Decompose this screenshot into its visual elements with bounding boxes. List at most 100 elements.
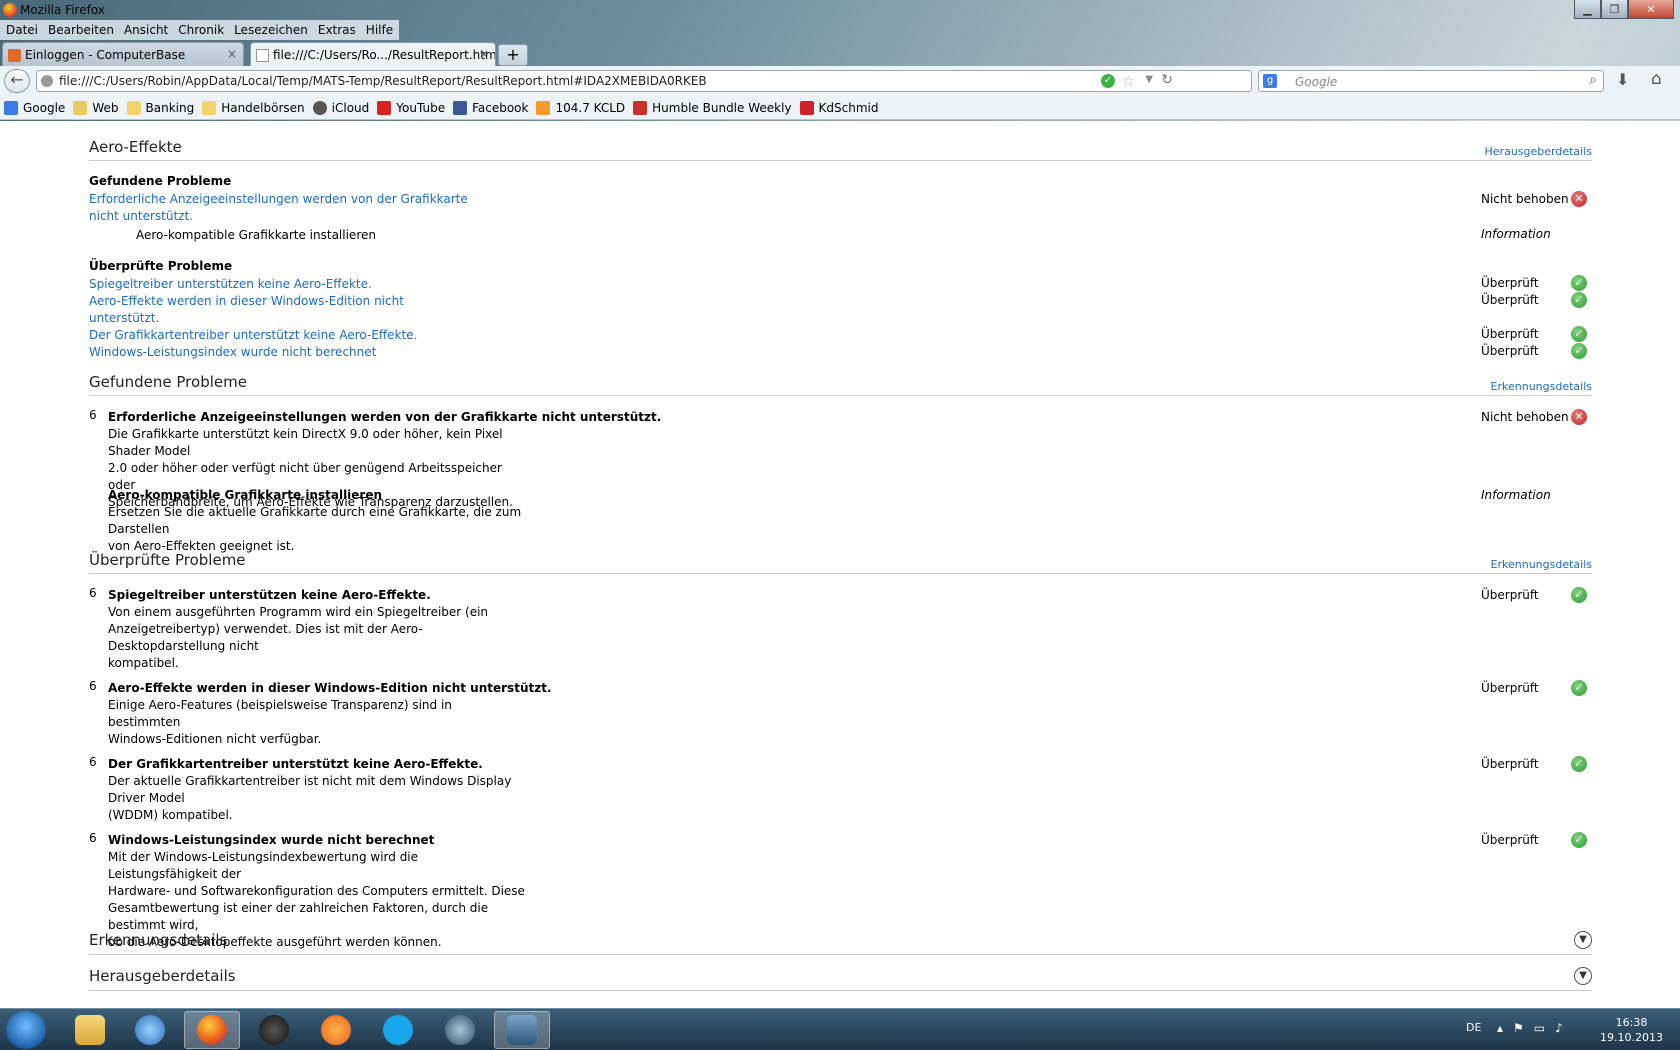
tab-computerbase[interactable]: Einloggen - ComputerBase × [2, 42, 244, 66]
collapsed-section-publisher-details[interactable]: Herausgeberdetails ▼ [89, 967, 1592, 991]
taskbar-skype[interactable] [370, 1011, 426, 1049]
check-icon: ✓ [1101, 74, 1115, 88]
folder-icon [73, 100, 88, 115]
check-icon: ✓ [1571, 756, 1587, 772]
check-icon: ✓ [1571, 680, 1587, 696]
close-tab-icon[interactable]: × [227, 47, 237, 61]
navigation-bar: ← file:///C:/Users/Robin/AppData/Local/T… [0, 66, 1680, 96]
google-search-engine-icon[interactable]: g [1263, 74, 1277, 88]
bookmark-web[interactable]: Web [73, 100, 119, 115]
menu-ansicht[interactable]: Ansicht [120, 20, 174, 40]
detection-details-link[interactable]: Erkennungsdetails [1491, 380, 1592, 393]
search-bar[interactable]: g Google ⌕ [1258, 70, 1604, 92]
status-information: Information [1481, 488, 1551, 502]
checked-item-description: Einige Aero-Features (beispielsweise Tra… [108, 698, 452, 746]
error-icon: ✕ [1571, 191, 1587, 207]
system-tray-icons[interactable]: ▴⚑▭♪ [1497, 1021, 1573, 1035]
section-heading-found: Gefundene Probleme Erkennungsdetails [89, 373, 1592, 396]
chevron-down-icon[interactable]: ▼ [1574, 931, 1592, 949]
taskbar-teamspeak[interactable] [432, 1011, 488, 1049]
language-indicator[interactable]: DE [1466, 1021, 1481, 1034]
facebook-icon [453, 100, 468, 115]
checked-item-title: Der Grafikkartentreiber unterstützt kein… [108, 757, 483, 771]
taskbar-firefox[interactable] [184, 1011, 240, 1049]
bookmark-icloud[interactable]: iCloud [312, 100, 369, 115]
menu-bearbeiten[interactable]: Bearbeiten [44, 20, 120, 40]
bookmark-banking[interactable]: Banking [126, 100, 194, 115]
status-information: Information [1481, 227, 1551, 241]
checked-link-performance-index[interactable]: Windows-Leistungsindex wurde nicht berec… [89, 344, 376, 361]
folder-icon [75, 1015, 105, 1045]
detection-details-link[interactable]: Erkennungsdetails [1491, 558, 1592, 571]
solution-description: Ersetzen Sie die aktuelle Grafikkarte du… [108, 505, 522, 553]
error-icon: ✕ [1571, 409, 1587, 425]
chevron-down-icon[interactable]: ▼ [1574, 967, 1592, 985]
search-placeholder: Google [1295, 75, 1338, 89]
history-dropdown-icon[interactable]: ▼ [1145, 74, 1153, 85]
problem-title: Erforderliche Anzeigeeinstellungen werde… [108, 410, 662, 424]
found-problem-link[interactable]: Erforderliche Anzeigeeinstellungen werde… [89, 191, 468, 225]
bookmark-kdschmid[interactable]: KdSchmid [799, 100, 878, 115]
status-not-fixed: Nicht behoben [1481, 192, 1569, 206]
bookmark-google[interactable]: Google [4, 100, 65, 115]
apple-icon [312, 100, 327, 115]
checked-link-mirror-driver[interactable]: Spiegeltreiber unterstützen keine Aero-E… [89, 276, 372, 293]
menu-bar: Datei Bearbeiten Ansicht Chronik Lesezei… [0, 20, 400, 40]
back-button[interactable]: ← [4, 69, 30, 93]
bookmark-youtube[interactable]: YouTube [377, 100, 445, 115]
check-icon: ✓ [1571, 292, 1587, 308]
menu-hilfe[interactable]: Hilfe [362, 20, 399, 40]
check-icon: ✓ [1571, 832, 1587, 848]
section-heading-aero: Aero-Effekte Herausgeberdetails [89, 138, 1592, 161]
firefox-icon [197, 1015, 227, 1045]
taskbar-explorer[interactable] [62, 1011, 118, 1049]
menu-extras[interactable]: Extras [314, 20, 362, 40]
item-marker: 6 [89, 586, 97, 600]
taskbar-itunes[interactable] [122, 1011, 178, 1049]
firefox-icon [3, 3, 17, 17]
url-text: file:///C:/Users/Robin/AppData/Local/Tem… [59, 74, 707, 88]
download-icon[interactable]: ⬇ [1616, 70, 1629, 89]
checked-problems-subheading: Überprüfte Probleme [89, 259, 233, 273]
item-marker: 6 [89, 408, 97, 422]
bookmark-star-icon[interactable]: ☆ [1122, 72, 1135, 90]
youtube-icon [377, 100, 392, 115]
checked-link-graphics-driver[interactable]: Der Grafikkartentreiber unterstützt kein… [89, 327, 417, 344]
solution-text: Aero-kompatible Grafikkarte installieren [136, 228, 376, 242]
checked-link-windows-edition[interactable]: Aero-Effekte werden in dieser Windows-Ed… [89, 293, 404, 327]
publisher-details-link[interactable]: Herausgeberdetails [1485, 145, 1592, 158]
menu-lesezeichen[interactable]: Lesezeichen [230, 20, 314, 40]
check-icon: ✓ [1571, 343, 1587, 359]
close-window-button[interactable]: ✕ [1628, 0, 1674, 19]
menu-datei[interactable]: Datei [2, 20, 44, 40]
flag-icon [799, 100, 814, 115]
reload-icon[interactable]: ↻ [1161, 72, 1173, 88]
folder-icon [126, 100, 141, 115]
tab-result-report[interactable]: file:///C:/Users/Ro.../ResultReport.html… [250, 42, 496, 66]
close-tab-icon[interactable]: × [479, 47, 489, 61]
minimize-button[interactable]: ▁ [1574, 0, 1601, 19]
item-marker: 6 [89, 831, 97, 845]
clock[interactable]: 16:38 19.10.2013 [1600, 1015, 1663, 1045]
check-icon: ✓ [1571, 326, 1587, 342]
home-icon[interactable]: ⌂ [1651, 69, 1662, 89]
solution-title: Aero-kompatible Grafikkarte installieren [108, 488, 383, 502]
collapsed-section-detection-details[interactable]: Erkennungsdetails ▼ [89, 931, 1592, 955]
status-checked: Überprüft [1481, 588, 1539, 602]
taskbar-steam[interactable] [246, 1011, 302, 1049]
checked-item-title: Spiegeltreiber unterstützen keine Aero-E… [108, 588, 431, 602]
bookmark-facebook[interactable]: Facebook [453, 100, 528, 115]
bookmark-kcld[interactable]: 104.7 KCLD [536, 100, 625, 115]
taskbar: DE ▴⚑▭♪ 16:38 19.10.2013 [0, 1008, 1680, 1050]
start-button[interactable] [6, 1011, 46, 1049]
url-bar[interactable]: file:///C:/Users/Robin/AppData/Local/Tem… [36, 70, 1252, 92]
troubleshooter-icon [507, 1015, 537, 1045]
bookmark-humble-bundle[interactable]: Humble Bundle Weekly [633, 100, 792, 115]
menu-chronik[interactable]: Chronik [174, 20, 230, 40]
bookmark-handelboersen[interactable]: Handelbörsen [202, 100, 305, 115]
taskbar-origin[interactable] [308, 1011, 364, 1049]
taskbar-troubleshooter[interactable] [494, 1011, 550, 1049]
magnifier-icon[interactable]: ⌕ [1589, 72, 1597, 88]
maximize-button[interactable]: ❐ [1601, 0, 1628, 19]
new-tab-button[interactable]: + [498, 44, 528, 66]
